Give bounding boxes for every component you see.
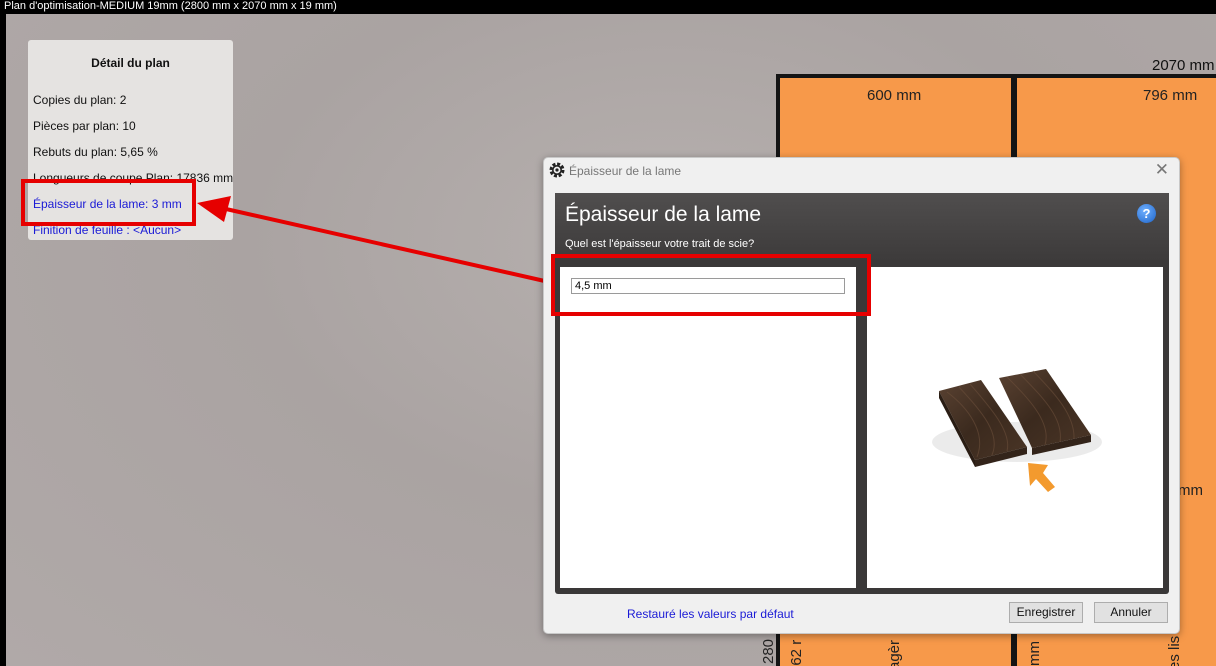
piece-label: mm: [1178, 482, 1203, 499]
piece-label-vertical: 280: [760, 638, 777, 664]
pieces-par-plan: Pièces par plan: 10: [33, 119, 136, 133]
restore-defaults-link[interactable]: Restauré les valeurs par défaut: [627, 607, 794, 621]
saw-kerf-illustration: [932, 369, 1102, 492]
piece-label: 600 mm: [867, 87, 922, 104]
cancel-button[interactable]: Annuler: [1094, 602, 1168, 623]
piece-label-vertical: agèr: [886, 639, 903, 666]
piece-label-vertical: mm: [1026, 641, 1043, 666]
window-title: Plan d'optimisation-MEDIUM 19mm (2800 mm…: [0, 0, 1216, 13]
save-button[interactable]: Enregistrer: [1009, 602, 1083, 623]
dialog-heading: Épaisseur de la lame: [565, 203, 762, 226]
dialog-window-title: Épaisseur de la lame: [569, 164, 682, 178]
close-icon[interactable]: ✕: [1155, 160, 1169, 180]
plan-detail-title: Détail du plan: [91, 56, 170, 70]
highlight-input: [551, 254, 871, 316]
arrow-icon: [1028, 463, 1055, 492]
illustration-pane: [867, 267, 1163, 588]
piece-label-vertical: es lis: [1166, 635, 1183, 666]
piece-label: 796 mm: [1143, 87, 1198, 104]
rebuts-du-plan: Rebuts du plan: 5,65 %: [33, 145, 158, 159]
gear-icon: [549, 162, 565, 178]
piece-label-vertical: 362 r: [788, 639, 805, 666]
sheet-width-dimension: 2070 mm: [1152, 57, 1215, 74]
highlight-epaisseur-link: [21, 179, 196, 226]
dialog-header: Épaisseur de la lame Quel est l'épaisseu…: [555, 193, 1169, 260]
dialog-titlebar[interactable]: Épaisseur de la lame ✕: [544, 158, 1179, 184]
dialog-question: Quel est l'épaisseur votre trait de scie…: [565, 238, 755, 250]
help-icon[interactable]: ?: [1137, 204, 1156, 223]
copies-du-plan: Copies du plan: 2: [33, 93, 127, 107]
blade-thickness-dialog: Épaisseur de la lame ✕ Épaisseur de la l…: [543, 157, 1180, 634]
